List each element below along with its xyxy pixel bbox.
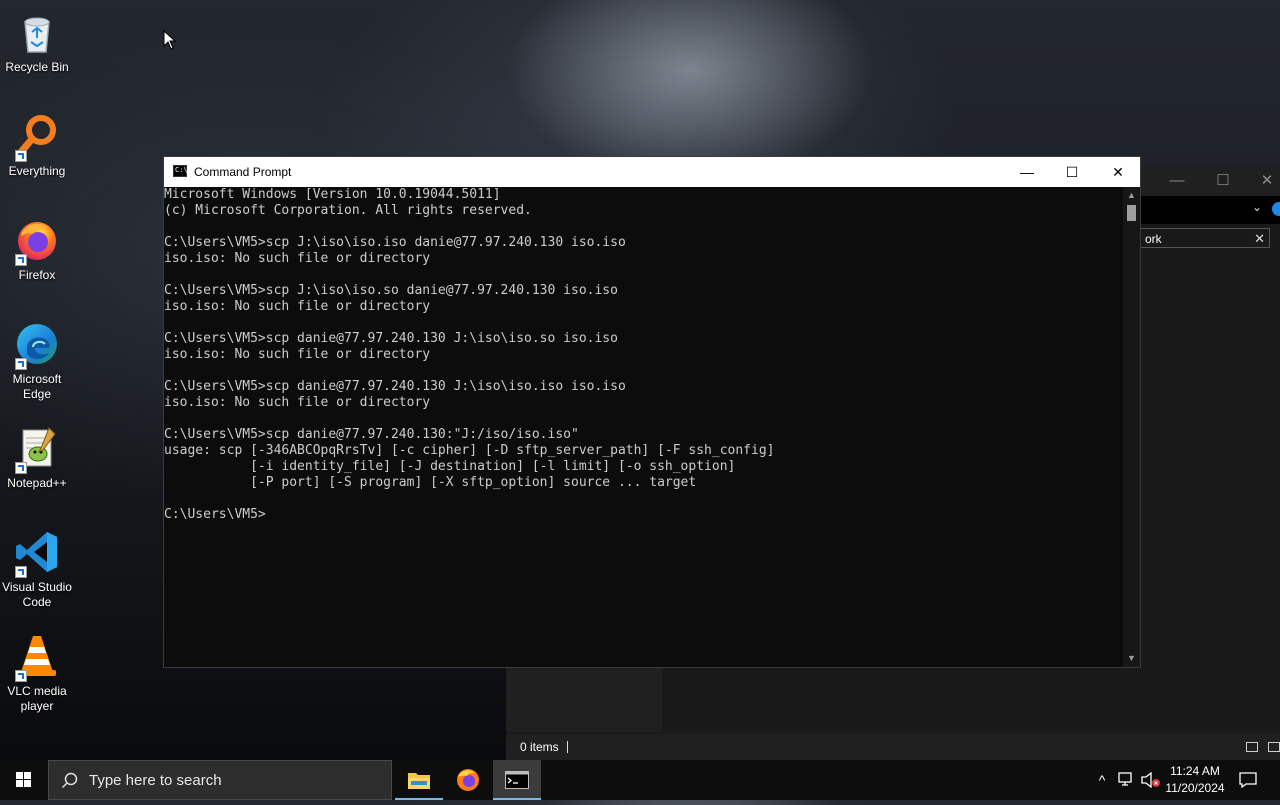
minimize-button[interactable]: — (1004, 157, 1050, 187)
cmd-app-icon[interactable]: C:\ (173, 165, 188, 177)
recycle-bin-icon (13, 8, 61, 56)
large-icons-view-icon[interactable] (1268, 742, 1280, 752)
windows-logo-icon (16, 772, 31, 787)
taskbar-firefox[interactable] (444, 760, 492, 800)
scrollbar-thumb[interactable] (1127, 205, 1136, 221)
firefox-icon (457, 769, 479, 791)
taskbar: Type here to search ^ 11:24 AM 11/20/202… (0, 760, 1280, 800)
desktop-icon-label: Firefox (18, 268, 56, 282)
console-line: iso.iso: No such file or directory (164, 395, 431, 410)
console-line: iso.iso: No such file or directory (164, 299, 431, 314)
mouse-cursor-icon (163, 30, 177, 50)
address-dropdown-chevron-icon[interactable]: ⌄ (1252, 200, 1262, 214)
search-icon (61, 772, 78, 789)
desktop-icon-everything[interactable]: Everything (0, 112, 74, 179)
console-line: C:\Users\VM5>scp J:\iso\iso.iso danie@77… (164, 235, 626, 250)
desktop-icon-label: Recycle Bin (5, 60, 69, 74)
desktop-icon-vscode[interactable]: Visual Studio Code (0, 528, 74, 610)
scroll-down-arrow-icon[interactable]: ▼ (1123, 650, 1140, 667)
clock-date: 11/20/2024 (1165, 781, 1225, 795)
console-line: C:\Users\VM5> (164, 507, 266, 522)
console-output[interactable]: Microsoft Windows [Version 10.0.19044.50… (164, 187, 1122, 667)
desktop-icon-label: VLC media player (7, 684, 67, 713)
explorer-search-input[interactable]: ork ✕ (1140, 228, 1270, 248)
clock-time: 11:24 AM (1170, 764, 1220, 778)
network-icon[interactable] (1116, 760, 1138, 800)
console-line: C:\Users\VM5>scp danie@77.97.240.130 J:\… (164, 331, 618, 346)
vscode-icon (13, 528, 61, 578)
shortcut-arrow-icon (15, 566, 27, 578)
details-view-icon[interactable] (1246, 742, 1258, 752)
everything-search-icon (13, 112, 61, 162)
notepadpp-icon (13, 424, 61, 474)
search-placeholder: Type here to search (89, 772, 222, 789)
close-button[interactable]: ✕ (1095, 157, 1141, 187)
cmd-icon (505, 771, 529, 789)
console-line: usage: scp [-346ABCOpqRrsTv] [-c cipher]… (164, 443, 775, 458)
clear-search-icon[interactable]: ✕ (1254, 229, 1265, 249)
help-icon[interactable] (1272, 202, 1280, 216)
taskbar-file-explorer[interactable] (395, 760, 443, 800)
command-prompt-window[interactable]: C:\ Command Prompt — ☐ ✕ Microsoft Windo… (163, 156, 1141, 668)
volume-muted-icon[interactable] (1140, 760, 1162, 800)
explorer-minimize-button[interactable]: — (1154, 166, 1200, 196)
desktop-icon-recycle-bin[interactable]: Recycle Bin (0, 8, 74, 75)
desktop-icon-label: Everything (8, 164, 66, 178)
notifications-icon[interactable] (1234, 760, 1262, 800)
desktop-icon-firefox[interactable]: Firefox (0, 216, 74, 283)
explorer-search-text: ork (1145, 232, 1162, 246)
console-line: Microsoft Windows [Version 10.0.19044.50… (164, 187, 501, 202)
desktop-icon-label: Microsoft Edge (12, 372, 62, 401)
console-line: (c) Microsoft Corporation. All rights re… (164, 203, 532, 218)
shortcut-arrow-icon (15, 462, 27, 474)
desktop-icon-microsoft-edge[interactable]: Microsoft Edge (0, 320, 74, 402)
cmd-titlebar[interactable]: C:\ Command Prompt — ☐ ✕ (164, 157, 1140, 187)
shortcut-arrow-icon (15, 150, 27, 162)
console-line: C:\Users\VM5>scp J:\iso\iso.so danie@77.… (164, 283, 618, 298)
console-line: C:\Users\VM5>scp danie@77.97.240.130 J:\… (164, 379, 626, 394)
shortcut-arrow-icon (15, 254, 27, 266)
console-line: [-i identity_file] [-J destination] [-l … (164, 459, 736, 474)
maximize-button[interactable]: ☐ (1049, 157, 1095, 187)
scroll-up-arrow-icon[interactable]: ▲ (1123, 187, 1140, 204)
firefox-icon (13, 216, 61, 266)
desktop-icon-notepadpp[interactable]: Notepad++ (0, 424, 74, 491)
taskbar-search-box[interactable]: Type here to search (48, 760, 392, 800)
console-line: iso.iso: No such file or directory (164, 347, 431, 362)
taskbar-command-prompt[interactable] (493, 760, 541, 800)
start-button[interactable] (0, 760, 48, 800)
folder-icon (408, 773, 430, 789)
show-hidden-icons-chevron-icon[interactable]: ^ (1092, 760, 1112, 800)
console-line: iso.iso: No such file or directory (164, 251, 431, 266)
window-title: Command Prompt (194, 165, 292, 179)
shortcut-arrow-icon (15, 670, 27, 682)
desktop-icon-label: Notepad++ (7, 476, 67, 490)
explorer-status-bar: 0 items (506, 734, 1280, 760)
item-count: 0 items (520, 740, 559, 754)
console-line: C:\Users\VM5>scp danie@77.97.240.130:"J:… (164, 427, 579, 442)
shortcut-arrow-icon (15, 358, 27, 370)
edge-icon (13, 320, 61, 370)
vertical-scrollbar[interactable]: ▲ ▼ (1123, 187, 1140, 667)
console-line: [-P port] [-S program] [-X sftp_option] … (164, 475, 697, 490)
taskbar-clock[interactable]: 11:24 AM 11/20/2024 (1160, 763, 1230, 797)
desktop-icon-vlc[interactable]: VLC media player (0, 632, 74, 714)
status-separator (567, 741, 568, 753)
vlc-icon (13, 632, 61, 682)
desktop-icon-label: Visual Studio Code (2, 580, 72, 609)
explorer-maximize-button[interactable]: ☐ (1200, 166, 1246, 196)
explorer-close-button[interactable]: ✕ (1244, 166, 1280, 196)
